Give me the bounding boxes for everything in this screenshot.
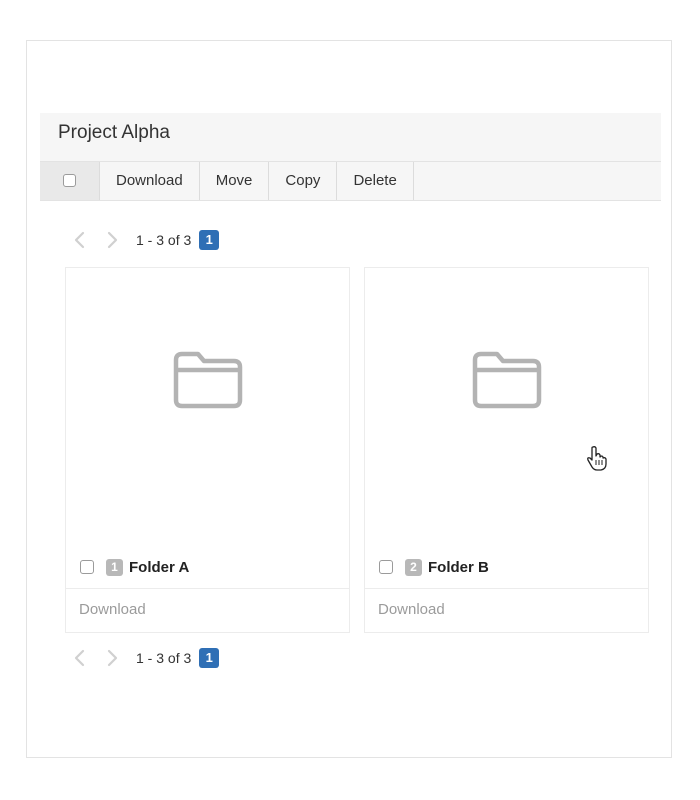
pagination-top: 1 - 3 of 3 1 xyxy=(70,228,220,252)
hand-cursor-icon xyxy=(587,446,607,471)
item-checkbox[interactable] xyxy=(80,560,94,574)
chevron-left-icon[interactable] xyxy=(70,648,90,668)
delete-button[interactable]: Delete xyxy=(337,162,414,200)
pagination-bottom: 1 - 3 of 3 1 xyxy=(70,646,220,670)
folder-icon xyxy=(472,351,542,409)
pagination-range: 1 - 3 of 3 xyxy=(136,232,192,248)
item-index-badge: 2 xyxy=(405,558,422,576)
copy-button[interactable]: Copy xyxy=(269,162,338,200)
move-button[interactable]: Move xyxy=(200,162,270,200)
chevron-left-icon[interactable] xyxy=(70,230,90,250)
pagination-range: 1 - 3 of 3 xyxy=(136,650,192,666)
card-title-row: 1 Folder A xyxy=(80,557,189,577)
page-number-button[interactable]: 1 xyxy=(199,648,220,668)
select-all-checkbox[interactable] xyxy=(63,174,76,187)
folder-card[interactable]: 1 Folder A Download xyxy=(65,267,350,633)
action-toolbar: Download Move Copy Delete xyxy=(40,162,661,201)
item-download-link[interactable]: Download xyxy=(66,588,349,632)
folder-icon xyxy=(173,351,243,409)
item-download-link[interactable]: Download xyxy=(365,588,648,632)
item-index-badge: 1 xyxy=(106,558,123,576)
page-number-button[interactable]: 1 xyxy=(199,230,220,250)
item-checkbox[interactable] xyxy=(379,560,393,574)
folder-name[interactable]: Folder B xyxy=(428,559,489,576)
select-all-cell xyxy=(40,162,100,200)
folder-name[interactable]: Folder A xyxy=(129,559,189,576)
download-button[interactable]: Download xyxy=(100,162,200,200)
card-title-row: 2 Folder B xyxy=(379,557,489,577)
chevron-right-icon[interactable] xyxy=(102,230,122,250)
chevron-right-icon[interactable] xyxy=(102,648,122,668)
folder-header: Project Alpha xyxy=(40,113,661,162)
page-title: Project Alpha xyxy=(58,122,170,143)
